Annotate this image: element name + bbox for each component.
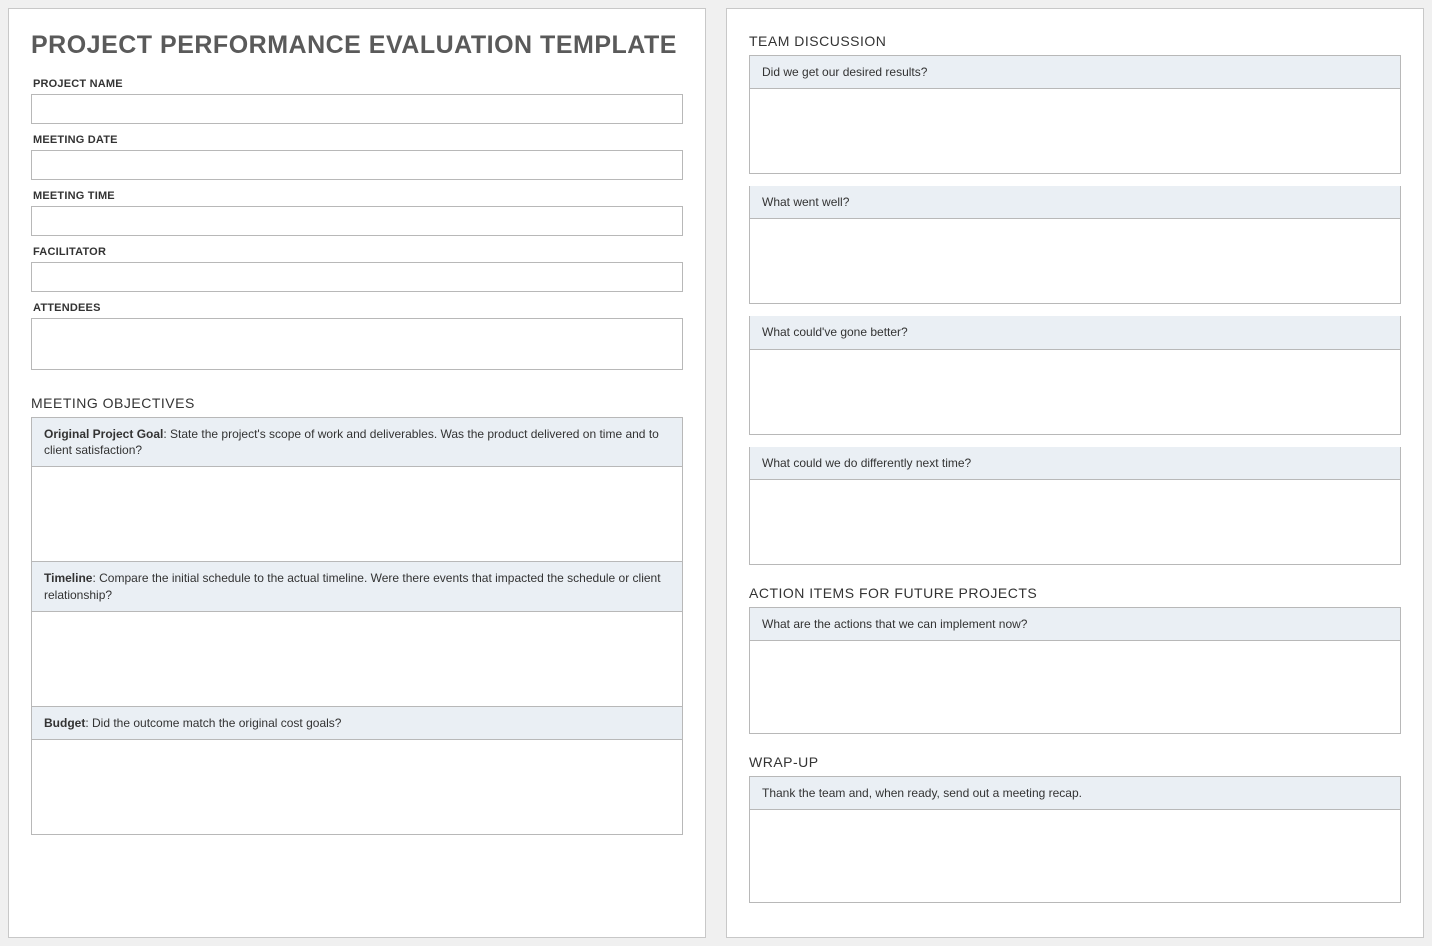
objective-prompt: Budget: Did the outcome match the origin… (32, 707, 682, 740)
action-block: What are the actions that we can impleme… (749, 607, 1401, 734)
discussion-prompt: What could've gone better? (750, 316, 1400, 349)
discussion-response[interactable] (750, 350, 1400, 434)
objective-lead: Timeline (44, 571, 92, 585)
label-facilitator: FACILITATOR (33, 246, 683, 258)
discussion-response[interactable] (750, 89, 1400, 173)
objective-text: : Compare the initial schedule to the ac… (44, 571, 661, 601)
discussion-block: What went well? (749, 186, 1401, 304)
label-meeting-time: MEETING TIME (33, 190, 683, 202)
objective-response[interactable] (32, 612, 682, 706)
objective-block: Budget: Did the outcome match the origin… (31, 707, 683, 835)
heading-meeting-objectives: MEETING OBJECTIVES (31, 395, 683, 411)
action-response[interactable] (750, 641, 1400, 733)
input-meeting-date[interactable] (31, 150, 683, 180)
label-project-name: PROJECT NAME (33, 78, 683, 90)
input-project-name[interactable] (31, 94, 683, 124)
input-meeting-time[interactable] (31, 206, 683, 236)
discussion-block: What could've gone better? (749, 316, 1401, 434)
objective-prompt: Timeline: Compare the initial schedule t… (32, 562, 682, 611)
heading-wrap-up: WRAP-UP (749, 754, 1401, 770)
discussion-block: What could we do differently next time? (749, 447, 1401, 565)
input-attendees[interactable] (31, 318, 683, 370)
discussion-prompt: What could we do differently next time? (750, 447, 1400, 480)
page-right: TEAM DISCUSSION Did we get our desired r… (726, 8, 1424, 938)
label-attendees: ATTENDEES (33, 302, 683, 314)
heading-team-discussion: TEAM DISCUSSION (749, 33, 1401, 49)
input-facilitator[interactable] (31, 262, 683, 292)
discussion-prompt: Did we get our desired results? (750, 56, 1400, 89)
objective-lead: Budget (44, 716, 85, 730)
page-title: PROJECT PERFORMANCE EVALUATION TEMPLATE (31, 31, 683, 60)
objective-lead: Original Project Goal (44, 427, 163, 441)
discussion-prompt: What went well? (750, 186, 1400, 219)
objective-block: Original Project Goal: State the project… (31, 417, 683, 562)
wrapup-response[interactable] (750, 810, 1400, 902)
objective-prompt: Original Project Goal: State the project… (32, 418, 682, 467)
wrapup-block: Thank the team and, when ready, send out… (749, 776, 1401, 903)
label-meeting-date: MEETING DATE (33, 134, 683, 146)
objective-response[interactable] (32, 467, 682, 561)
discussion-response[interactable] (750, 480, 1400, 564)
wrapup-prompt: Thank the team and, when ready, send out… (750, 777, 1400, 810)
group-meeting-objectives: Original Project Goal: State the project… (31, 417, 683, 835)
page-left: PROJECT PERFORMANCE EVALUATION TEMPLATE … (8, 8, 706, 938)
action-prompt: What are the actions that we can impleme… (750, 608, 1400, 641)
discussion-response[interactable] (750, 219, 1400, 303)
objective-response[interactable] (32, 740, 682, 834)
discussion-block: Did we get our desired results? (749, 55, 1401, 174)
heading-action-items: ACTION ITEMS FOR FUTURE PROJECTS (749, 585, 1401, 601)
objective-block: Timeline: Compare the initial schedule t… (31, 562, 683, 706)
objective-text: : Did the outcome match the original cos… (85, 716, 341, 730)
